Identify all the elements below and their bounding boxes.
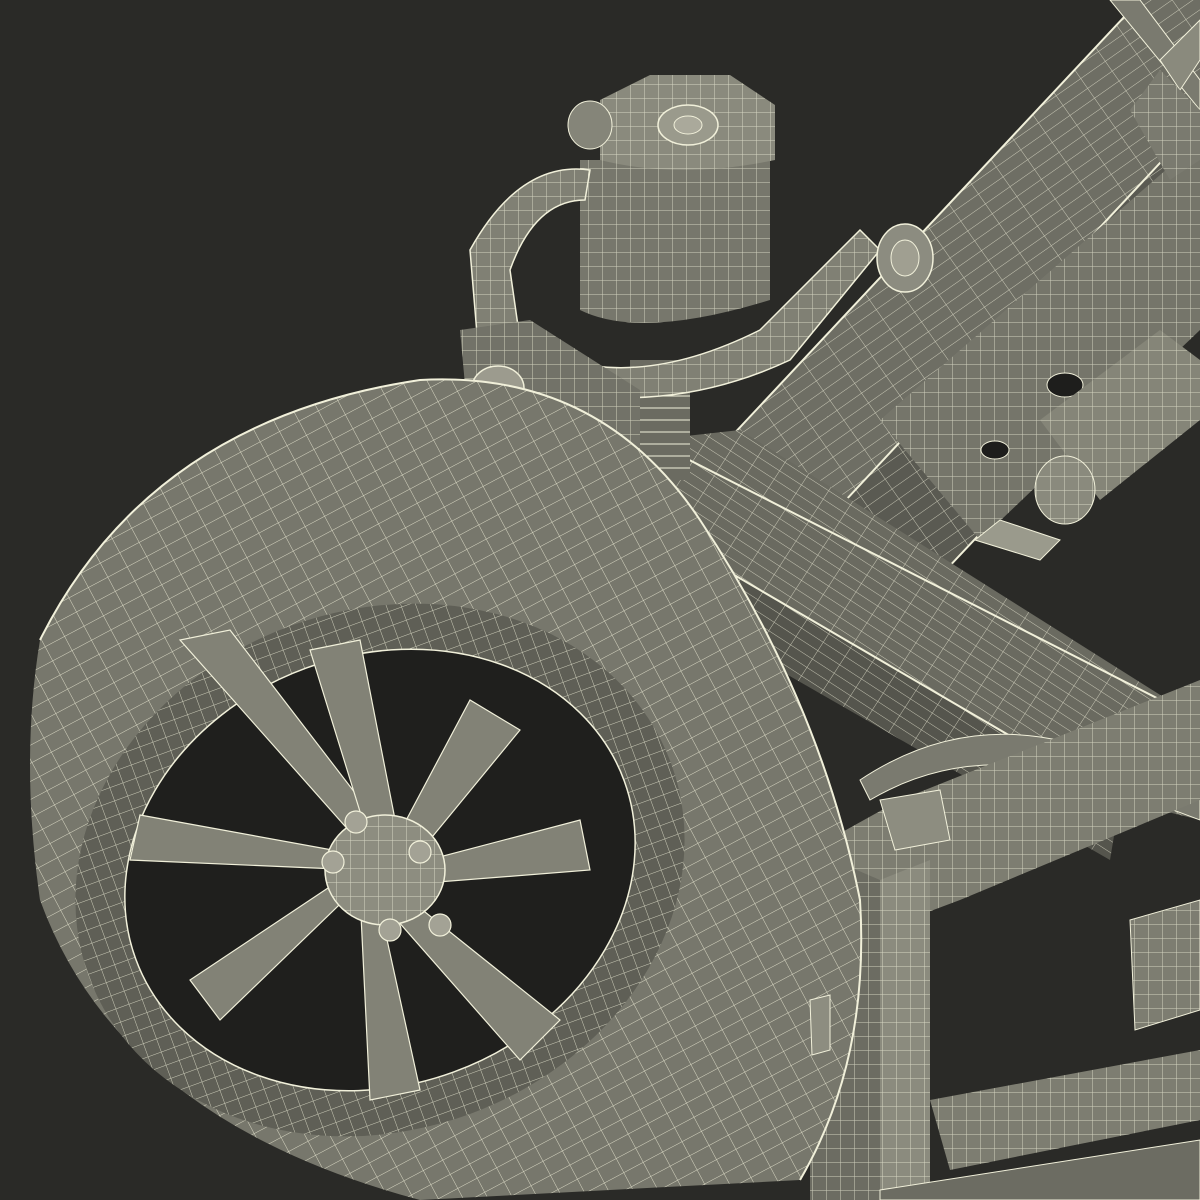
render-viewport	[0, 0, 1200, 1200]
wireframe-render	[0, 0, 1200, 1200]
